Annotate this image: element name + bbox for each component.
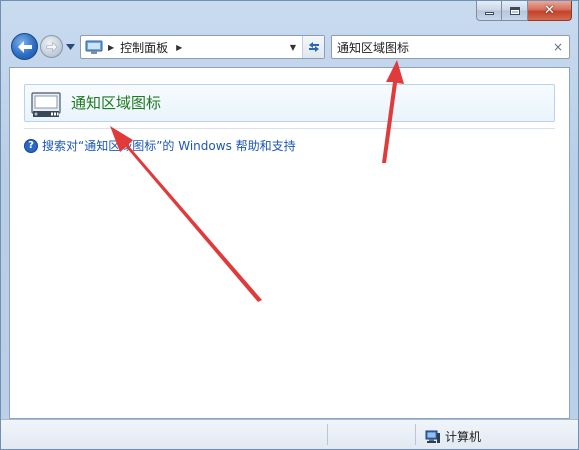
status-divider — [415, 424, 416, 445]
close-button[interactable]: ✕ — [528, 1, 572, 21]
address-bar[interactable]: ▶ 控制面板 ▶ ▼ — [80, 35, 325, 59]
refresh-icon — [308, 42, 319, 52]
status-bar: 计算机 — [1, 419, 578, 449]
status-divider — [327, 424, 328, 445]
forward-arrow-icon — [45, 41, 58, 52]
address-dropdown-button[interactable]: ▼ — [284, 36, 302, 58]
forward-button[interactable] — [40, 35, 63, 58]
explorer-window: ✕ ▶ 控制面板 ▶ ▼ 通知区域图标 × 通知区域图标 ? 搜索对“通知区域图… — [0, 0, 579, 450]
divider — [24, 128, 555, 129]
minimize-icon — [484, 12, 494, 15]
caption-buttons: ✕ — [476, 1, 572, 21]
clear-search-icon[interactable]: × — [553, 40, 563, 54]
maximize-button[interactable] — [502, 1, 528, 21]
status-computer: 计算机 — [425, 428, 481, 445]
breadcrumb-expand-icon[interactable]: ▶ — [176, 43, 182, 52]
recent-pages-button[interactable] — [65, 42, 75, 52]
result-item-notification-area-icons[interactable]: 通知区域图标 — [24, 84, 555, 122]
search-value: 通知区域图标 — [337, 40, 410, 55]
results-pane: 通知区域图标 ? 搜索对“通知区域图标”的 Windows 帮助和支持 — [9, 67, 570, 419]
refresh-button[interactable] — [302, 36, 324, 58]
status-computer-label: 计算机 — [445, 430, 482, 444]
maximize-icon — [509, 6, 520, 15]
help-link-text[interactable]: 搜索对“通知区域图标”的 Windows 帮助和支持 — [42, 137, 296, 154]
help-icon: ? — [24, 138, 38, 153]
chevron-down-icon — [65, 44, 75, 50]
search-input[interactable]: 通知区域图标 × — [331, 35, 570, 59]
dropdown-arrow-icon: ▼ — [289, 42, 297, 52]
back-arrow-icon — [17, 40, 32, 53]
minimize-button[interactable] — [476, 1, 502, 21]
back-button[interactable] — [11, 33, 38, 60]
result-title[interactable]: 通知区域图标 — [71, 92, 161, 113]
breadcrumb-separator-icon: ▶ — [108, 42, 115, 52]
breadcrumb-control-panel[interactable]: 控制面板 — [120, 39, 168, 56]
help-search-link[interactable]: ? 搜索对“通知区域图标”的 Windows 帮助和支持 — [24, 137, 296, 154]
computer-icon — [425, 430, 440, 443]
close-icon: ✕ — [544, 3, 555, 18]
notification-area-icon — [31, 92, 61, 117]
control-panel-icon — [84, 39, 104, 55]
navigation-bar: ▶ 控制面板 ▶ ▼ 通知区域图标 × — [9, 31, 570, 63]
